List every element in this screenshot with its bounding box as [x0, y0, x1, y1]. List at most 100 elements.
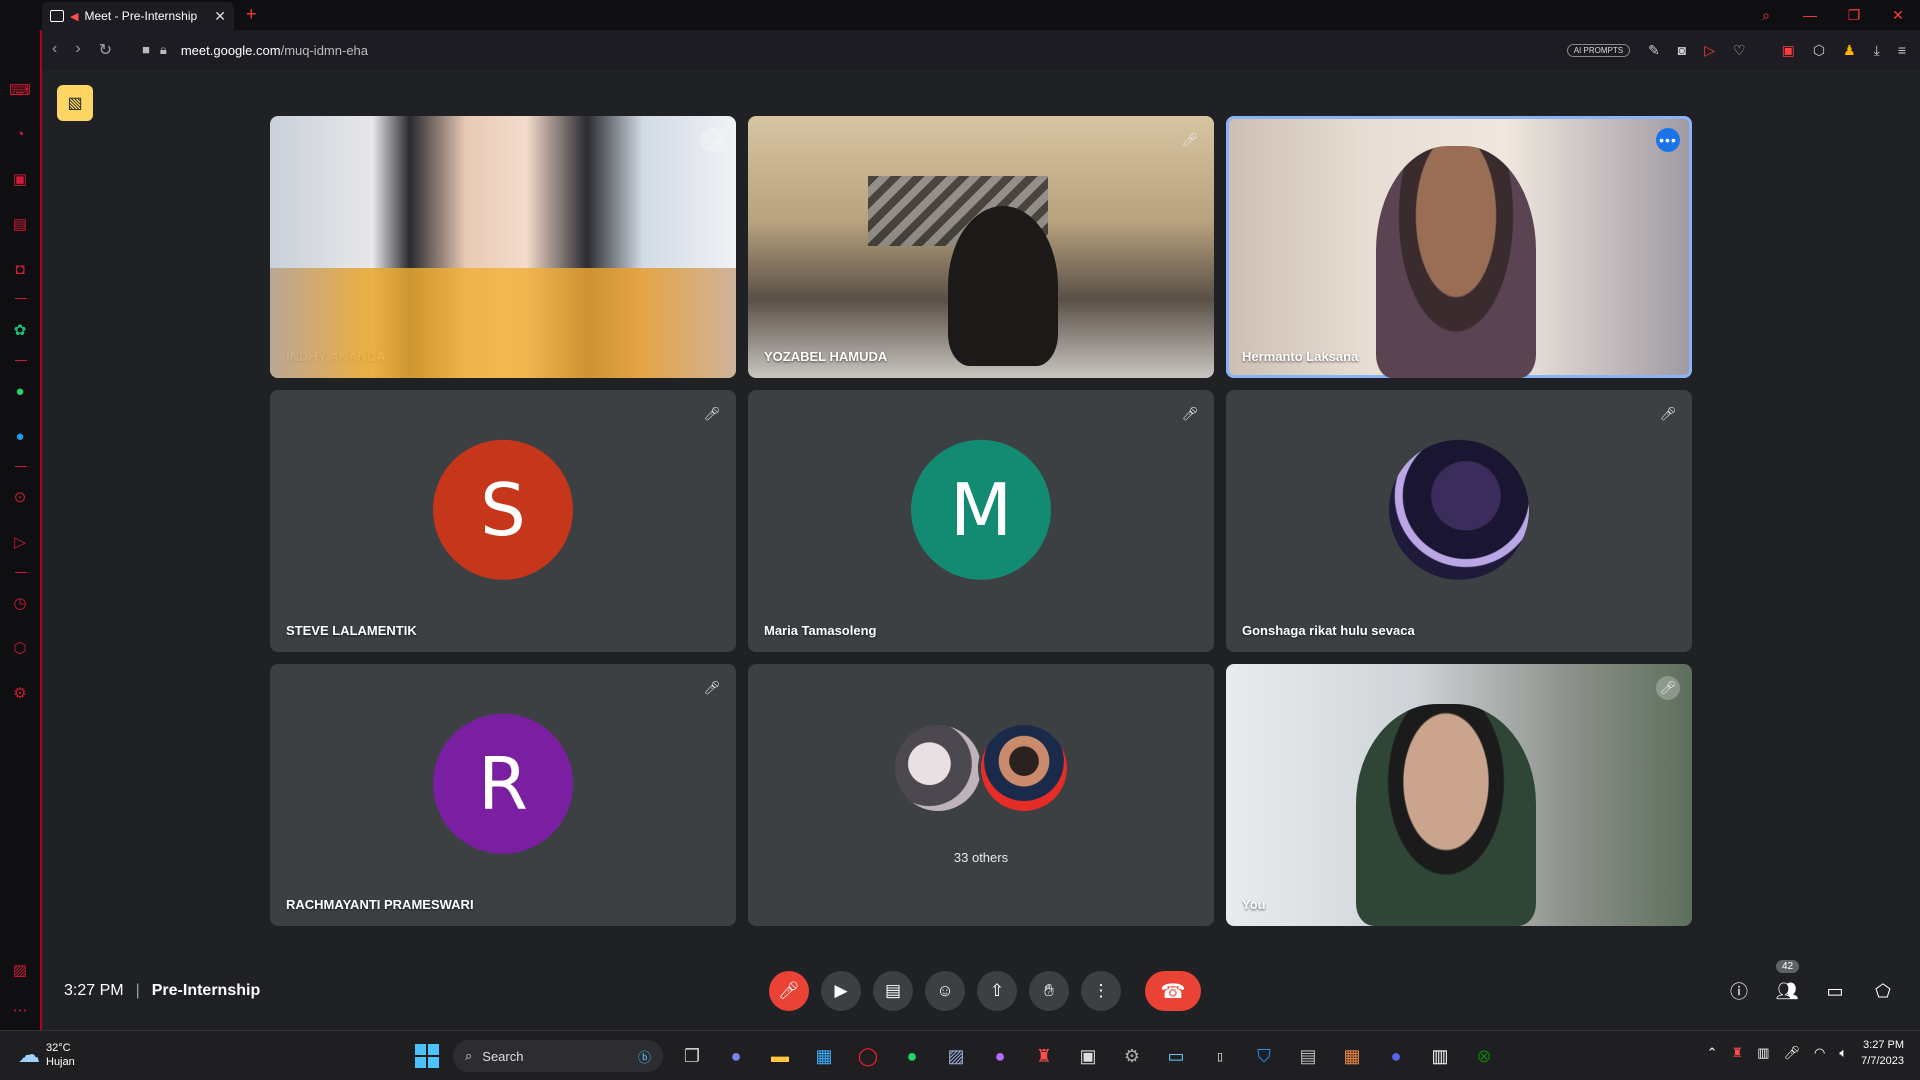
game-bar-icon[interactable]: ▦	[1337, 1041, 1367, 1071]
url-domain: meet.google.com	[180, 42, 281, 58]
edit-icon[interactable]: ✎	[1648, 42, 1660, 59]
participant-tile[interactable]: 🎤︎ YOZABEL HAMUDA	[748, 116, 1214, 378]
meet-control-bar: 3:27 PM | Pre-Internship 🎤︎ ▶ ▤ ☺ ⇧ ✋︎ ⋮…	[42, 960, 1920, 1030]
xbox-icon[interactable]: ⊗	[1469, 1041, 1499, 1071]
more-options-button[interactable]: ⋮	[1081, 971, 1121, 1011]
player-icon[interactable]: ⊙	[10, 487, 30, 507]
system-clock[interactable]: 3:27 PM 7/7/2023	[1861, 1037, 1904, 1069]
bag-icon[interactable]: ▣	[10, 169, 30, 189]
raise-hand-button[interactable]: ✋︎	[1029, 971, 1069, 1011]
github-icon[interactable]: ●	[985, 1041, 1015, 1071]
reactions-button[interactable]: ☺	[925, 971, 965, 1011]
settings-icon[interactable]: ⚙	[1117, 1041, 1147, 1071]
participant-tile[interactable]: 🎤︎ Gonshaga rikat hulu sevaca	[1226, 390, 1692, 652]
chat-button[interactable]: ▭	[1822, 978, 1848, 1004]
camera-toggle-button[interactable]: ▶	[821, 971, 861, 1011]
maximize-button[interactable]: ❐	[1832, 7, 1876, 24]
new-tab-button[interactable]: +	[246, 4, 257, 25]
participant-tile[interactable]: 🎤︎ M Maria Tamasoleng	[748, 390, 1214, 652]
participant-tile[interactable]: 🎤︎ INDHY ANANDA	[270, 116, 736, 378]
extension-badge-icon[interactable]: ▣	[1782, 42, 1795, 59]
monitor-icon[interactable]: ▭	[1161, 1041, 1191, 1071]
title-bar: ◀ Meet - Pre-Internship ✕ + ⌕ — ❐ ✕	[0, 0, 1920, 30]
activities-button[interactable]: ⬠	[1870, 978, 1896, 1004]
tray-app-icon[interactable]: ♜	[1732, 1045, 1744, 1061]
back-icon[interactable]: ‹	[52, 40, 57, 60]
epic-games-icon[interactable]: ▯	[1205, 1041, 1235, 1071]
url-field[interactable]: meet.google.com/muq-idmn-eha	[181, 43, 368, 58]
taskbar-search[interactable]: ⌕ Search ⓑ	[453, 1040, 663, 1072]
task-view-icon[interactable]: ❐	[677, 1041, 707, 1071]
defender-icon[interactable]: ⛉	[1249, 1041, 1279, 1071]
participant-tile[interactable]: 🎤︎ R RACHMAYANTI PRAMESWARI	[270, 664, 736, 926]
instagram-icon[interactable]: ◘	[10, 259, 30, 279]
bing-icon[interactable]: ⓑ	[638, 1047, 651, 1066]
audio-visualizer-icon[interactable]: ▥	[1425, 1041, 1455, 1071]
more-icon[interactable]: ⋯	[10, 1000, 30, 1020]
search-tabs-icon[interactable]: ⌕	[1744, 7, 1788, 24]
meeting-title: Pre-Internship	[151, 982, 261, 999]
close-window-button[interactable]: ✕	[1876, 7, 1920, 24]
cube-icon[interactable]: ⬡	[1813, 42, 1825, 59]
chatgpt-icon[interactable]: ✿	[10, 320, 30, 340]
others-count: 33 others	[953, 850, 1009, 865]
minimize-button[interactable]: —	[1788, 7, 1832, 23]
meeting-info-separator: |	[135, 982, 140, 999]
gallery-icon[interactable]: ▨	[10, 960, 30, 980]
participant-name: Maria Tamasoleng	[764, 623, 877, 638]
heart-icon[interactable]: ♡	[1733, 42, 1746, 59]
participant-tile[interactable]: 🎤︎ S STEVE LALAMENTIK	[270, 390, 736, 652]
game-icon[interactable]: ♜	[1029, 1041, 1059, 1071]
start-button[interactable]	[415, 1044, 439, 1068]
ai-prompts-button[interactable]: AI PROMPTS	[1566, 43, 1631, 57]
tab-title: Meet - Pre-Internship	[84, 9, 198, 23]
lock-icon[interactable]: 🔒︎	[160, 42, 167, 58]
camera-permission-icon[interactable]: ■	[142, 42, 150, 58]
mic-toggle-button[interactable]: 🎤︎	[769, 971, 809, 1011]
tray-audio-icon[interactable]: ▥	[1757, 1045, 1769, 1061]
volume-icon[interactable]: 🔈︎	[1839, 1045, 1847, 1061]
opera-gx-icon[interactable]: ◯	[853, 1041, 883, 1071]
meeting-details-button[interactable]: ⓘ	[1726, 978, 1752, 1004]
wifi-icon[interactable]: ◠	[1814, 1045, 1825, 1061]
captions-button[interactable]: ▤	[873, 971, 913, 1011]
calculator-icon[interactable]: ▤	[1293, 1041, 1323, 1071]
history-icon[interactable]: ◷	[10, 593, 30, 613]
reload-icon[interactable]: ↻	[99, 40, 112, 60]
flow-icon[interactable]: ▷	[1704, 42, 1715, 59]
discord-icon[interactable]: ●	[1381, 1041, 1411, 1071]
weather-widget[interactable]: ☁ 32°C Hujan	[18, 1041, 75, 1069]
file-explorer-icon[interactable]: ▬	[765, 1041, 795, 1071]
send-icon[interactable]: ▷	[10, 532, 30, 552]
extensions-icon[interactable]: ⬡	[10, 638, 30, 658]
gamepad-icon[interactable]: ⌨	[9, 80, 31, 100]
settings-icon[interactable]: ⚙	[10, 683, 30, 703]
download-icon[interactable]: ⤓	[1874, 42, 1880, 59]
teams-icon[interactable]: ●	[721, 1041, 751, 1071]
show-hidden-icons-icon[interactable]: ⌃	[1707, 1045, 1718, 1061]
menu-icon[interactable]: ≡	[1898, 42, 1906, 58]
speed-dial-icon[interactable]: ◔	[10, 124, 30, 144]
forward-icon[interactable]: ›	[75, 40, 80, 60]
others-tile[interactable]: 33 others	[748, 664, 1214, 926]
photos-icon[interactable]: ▨	[941, 1041, 971, 1071]
twitch-icon[interactable]: ▤	[10, 214, 30, 234]
people-button[interactable]: 42 👥︎	[1774, 960, 1800, 1004]
app-icon[interactable]: ▣	[1073, 1041, 1103, 1071]
close-tab-icon[interactable]: ✕	[214, 8, 226, 25]
present-screen-button[interactable]: ⇧	[977, 971, 1017, 1011]
snapshot-icon[interactable]: ◙	[1678, 42, 1686, 58]
presentation-hidden-icon[interactable]: ▧	[57, 85, 93, 121]
store-icon[interactable]: ▦	[809, 1041, 839, 1071]
self-video-tile[interactable]: 🎤︎ You	[1226, 664, 1692, 926]
leave-call-button[interactable]: ☎	[1145, 971, 1201, 1011]
participant-tile-speaking[interactable]: ••• Hermanto Laksana	[1226, 116, 1692, 378]
whatsapp-icon[interactable]: ●	[897, 1041, 927, 1071]
whatsapp-icon[interactable]: ●	[10, 381, 30, 401]
more-options-icon[interactable]: •••	[1656, 128, 1680, 152]
extension-icon[interactable]: ♟	[1843, 42, 1856, 59]
microphone-icon[interactable]: 🎤︎	[1784, 1045, 1801, 1061]
twitter-icon[interactable]: ●	[10, 426, 30, 446]
speaker-icon[interactable]: ◀	[70, 10, 78, 23]
browser-tab[interactable]: ◀ Meet - Pre-Internship ✕	[42, 2, 234, 30]
